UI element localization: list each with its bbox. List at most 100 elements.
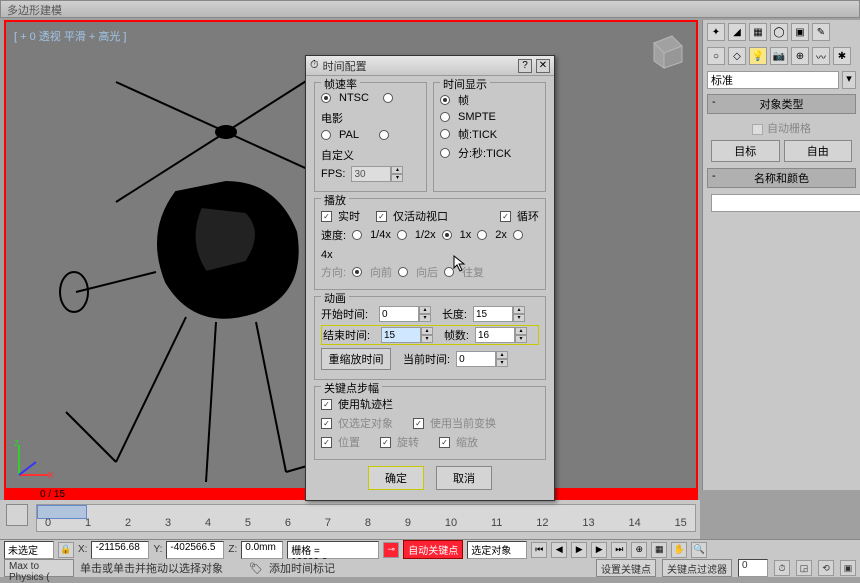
target-button[interactable]: 目标: [711, 140, 780, 162]
grid-status: 栅格 = 10000.0mm: [287, 541, 379, 559]
animation-group: 动画 开始时间: ▴▾ 长度: ▴▾ 结束时间: ▴▾ 帧数: ▴▾ 重缩放时间…: [314, 296, 546, 380]
play-next-icon[interactable]: ▶: [591, 542, 607, 558]
view-cube[interactable]: [644, 28, 688, 72]
time-config-dialog: ⏱ 时间配置 ? ✕ 帧速率 NTSC 电影 PAL 自定义 FPS: ▴▾ 时…: [305, 55, 555, 501]
count-input[interactable]: [475, 327, 515, 343]
create-helper-icon[interactable]: ⊕: [791, 47, 809, 65]
close-icon[interactable]: ✕: [536, 59, 550, 73]
viewport-label[interactable]: [ + 0 透视 平滑 + 高光 ]: [14, 28, 126, 44]
tool-icon[interactable]: ▣: [791, 23, 809, 41]
smpte-radio[interactable]: [440, 112, 450, 122]
ok-button[interactable]: 确定: [368, 466, 424, 490]
create-space-icon[interactable]: 〰: [812, 47, 830, 65]
lock-icon[interactable]: 🔒: [58, 542, 74, 558]
frametick-radio[interactable]: [440, 129, 450, 139]
help-icon[interactable]: ?: [518, 59, 532, 73]
tool-icon[interactable]: ✦: [707, 23, 725, 41]
rot-checkbox: [380, 437, 391, 448]
play-start-icon[interactable]: ⏮: [531, 542, 547, 558]
playback-group: 播放 实时 仅活动视口 循环 速度: 1/4x 1/2x 1x 2x 4x 方向…: [314, 198, 546, 290]
key-filters-button[interactable]: 关键点过滤器: [662, 559, 732, 577]
fps-input: [351, 166, 391, 182]
activeonly-checkbox[interactable]: [376, 211, 387, 222]
speed-4x[interactable]: [513, 230, 523, 240]
frame-rate-group: 帧速率 NTSC 电影 PAL 自定义 FPS: ▴▾: [314, 82, 427, 192]
maxscript-button[interactable]: Max to Physics (: [4, 559, 74, 577]
create-shape-icon[interactable]: ◇: [728, 47, 746, 65]
svg-text:x: x: [48, 469, 54, 480]
rescale-button[interactable]: 重缩放时间: [321, 348, 391, 370]
viewport-nav-icon[interactable]: ▦: [651, 542, 667, 558]
tool-icon[interactable]: ✎: [812, 23, 830, 41]
z-coord[interactable]: 0.0mm: [241, 541, 283, 559]
free-button[interactable]: 自由: [784, 140, 853, 162]
mmsstick-radio[interactable]: [440, 148, 450, 158]
create-cam-icon[interactable]: 📷: [770, 47, 788, 65]
custom-radio[interactable]: [379, 130, 389, 140]
viewport-nav-icon[interactable]: ▣: [840, 560, 856, 576]
pal-radio[interactable]: [321, 130, 331, 140]
status-bar: 未选定 🔒 X:-21156.68 Y:-402566.5 Z:0.0mm 栅格…: [0, 539, 860, 559]
speed-2x[interactable]: [477, 230, 487, 240]
frame-radio[interactable]: [440, 95, 450, 105]
autokey-button[interactable]: 自动关键点: [403, 540, 463, 559]
selection-status: 未选定: [4, 541, 54, 559]
speed-14x[interactable]: [352, 230, 362, 240]
dialog-titlebar[interactable]: ⏱ 时间配置 ? ✕: [306, 56, 554, 76]
tool-icon[interactable]: ◯: [770, 23, 788, 41]
time-display-group: 时间显示 帧 SMPTE 帧:TICK 分:秒:TICK: [433, 82, 546, 192]
axis-gizmo: zx: [14, 440, 54, 480]
keysteps-group: 关键点步幅 使用轨迹栏 仅选定对象 使用当前变换 位置 旋转 缩放: [314, 386, 546, 460]
viewport-nav-icon[interactable]: ⊕: [631, 542, 647, 558]
create-sys-icon[interactable]: ✱: [833, 47, 851, 65]
loop-checkbox[interactable]: [500, 211, 511, 222]
prompt-text: 单击或单击并拖动以选择对象: [80, 560, 223, 576]
rollout-name-color[interactable]: -名称和颜色: [707, 168, 856, 188]
x-coord[interactable]: -21156.68: [91, 541, 149, 559]
viewport-nav-icon[interactable]: 🔍: [691, 542, 707, 558]
key-icon[interactable]: ⊸: [383, 542, 399, 558]
add-marker-label[interactable]: 添加时间标记: [269, 560, 335, 576]
end-input[interactable]: [381, 327, 421, 343]
trackbar-checkbox[interactable]: [321, 399, 332, 410]
timeline-ruler[interactable]: 0123456789101112131415: [36, 504, 696, 532]
autogrid-checkbox: [752, 124, 763, 135]
dialog-title: 时间配置: [323, 58, 514, 74]
viewport-nav-icon[interactable]: ◲: [796, 560, 812, 576]
time-config-icon[interactable]: ⏱: [774, 560, 790, 576]
tool-icon[interactable]: ▦: [749, 23, 767, 41]
speed-12x[interactable]: [397, 230, 407, 240]
play-end-icon[interactable]: ⏭: [611, 542, 627, 558]
selonly-checkbox: [321, 418, 332, 429]
key-target[interactable]: 选定对象: [467, 541, 527, 559]
pos-checkbox: [321, 437, 332, 448]
play-prev-icon[interactable]: ◀: [551, 542, 567, 558]
set-key-button[interactable]: 设置关键点: [596, 559, 656, 577]
time-slider-value: 0 / 15: [40, 489, 65, 500]
create-light-icon[interactable]: 💡: [749, 47, 767, 65]
current-frame-input[interactable]: 0: [738, 559, 768, 577]
y-coord[interactable]: -402566.5: [166, 541, 224, 559]
dir-back: [398, 267, 408, 277]
play-icon[interactable]: ▶: [571, 542, 587, 558]
scale-checkbox: [439, 437, 450, 448]
start-input[interactable]: [379, 306, 419, 322]
tool-icon[interactable]: ◢: [728, 23, 746, 41]
dropdown-arrow-icon[interactable]: ▾: [842, 71, 856, 89]
length-input[interactable]: [473, 306, 513, 322]
app-titlebar: 多边形建模: [0, 0, 860, 18]
ntsc-radio[interactable]: [321, 93, 331, 103]
realtime-checkbox[interactable]: [321, 211, 332, 222]
dir-fwd: [352, 267, 362, 277]
timeline-config-icon[interactable]: [6, 504, 28, 526]
speed-1x[interactable]: [442, 230, 452, 240]
create-geom-icon[interactable]: ○: [707, 47, 725, 65]
viewport-nav-icon[interactable]: ⟲: [818, 560, 834, 576]
cancel-button[interactable]: 取消: [436, 466, 492, 490]
object-name-input[interactable]: [711, 194, 860, 212]
viewport-nav-icon[interactable]: ✋: [671, 542, 687, 558]
rollout-object-type[interactable]: -对象类型: [707, 94, 856, 114]
category-dropdown[interactable]: 标准: [707, 71, 839, 89]
film-radio[interactable]: [383, 93, 393, 103]
current-input[interactable]: [456, 351, 496, 367]
